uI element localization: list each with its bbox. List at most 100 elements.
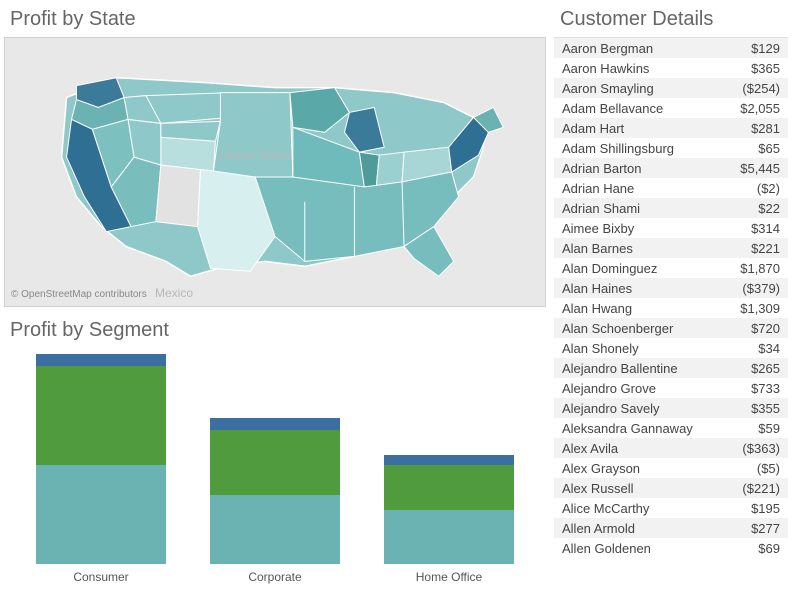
customer-value: $5,445 [740,161,780,176]
customer-value: $277 [751,521,780,536]
bar-category-label: Corporate [200,570,350,584]
customer-name: Adrian Barton [562,161,642,176]
table-row[interactable]: Aaron Bergman $129 [554,38,788,58]
customer-name: Alan Haines [562,281,632,296]
customer-name: Alan Dominguez [562,261,657,276]
customer-value: $733 [751,381,780,396]
customer-name: Alex Avila [562,441,618,456]
profit-by-state-sheet: Profit by State [4,4,546,307]
table-row[interactable]: Alex Avila ($363) [554,438,788,458]
map-svg [5,38,545,306]
customer-name: Alejandro Grove [562,381,656,396]
customer-name: Adrian Shami [562,201,640,216]
bar[interactable] [210,418,340,564]
customer-value: $314 [751,221,780,236]
bar[interactable] [384,455,514,564]
customer-value: ($363) [742,441,780,456]
table-row[interactable]: Alan Dominguez $1,870 [554,258,788,278]
customer-value: $2,055 [740,101,780,116]
customer-value: $34 [758,341,780,356]
table-row[interactable]: Alan Hwang$1,309 [554,298,788,318]
us-choropleth-map[interactable]: United States Mexico © OpenStreetMap con… [4,37,546,307]
customer-value: $65 [758,141,780,156]
bar[interactable] [36,354,166,564]
table-row[interactable]: Alice McCarthy $195 [554,498,788,518]
customer-value: $69 [758,541,780,556]
customer-value: $355 [751,401,780,416]
table-row[interactable]: Aimee Bixby $314 [554,218,788,238]
customer-name: Alex Russell [562,481,634,496]
table-row[interactable]: Alex Grayson ($5) [554,458,788,478]
segment-title: Profit by Segment [4,315,546,348]
map-center-label: United States [220,148,292,162]
customer-name: Aaron Bergman [562,41,653,56]
bar-segment[interactable] [384,465,514,510]
customer-value: $22 [758,201,780,216]
table-row[interactable]: Alejandro Ballentine $265 [554,358,788,378]
customer-name: Adrian Hane [562,181,634,196]
table-row[interactable]: Adrian Barton $5,445 [554,158,788,178]
customer-value: $59 [758,421,780,436]
customer-name: Allen Goldenen [562,541,651,556]
bar-segment[interactable] [36,354,166,366]
customer-name: Adam Shillingsburg [562,141,674,156]
customer-value: $129 [751,41,780,56]
table-row[interactable]: Adrian Hane ($2) [554,178,788,198]
customer-name: Aimee Bixby [562,221,634,236]
table-row[interactable]: Alan Schoenberger $720 [554,318,788,338]
table-row[interactable]: Adam Bellavance$2,055 [554,98,788,118]
customer-name: Alejandro Savely [562,401,660,416]
customer-value: ($5) [757,461,780,476]
table-row[interactable]: Adam Shillingsburg $65 [554,138,788,158]
table-row[interactable]: Allen Goldenen $69 [554,538,788,558]
map-attribution: © OpenStreetMap contributors [11,289,147,300]
segment-axis-labels: ConsumerCorporateHome Office [4,564,546,590]
map-title: Profit by State [4,4,546,37]
customers-title: Customer Details [554,4,788,37]
customer-name: Alan Shonely [562,341,639,356]
customer-value: $1,870 [740,261,780,276]
customer-name: Aaron Hawkins [562,61,649,76]
table-row[interactable]: Aleksandra Gannaway $59 [554,418,788,438]
customer-value: ($2) [757,181,780,196]
table-row[interactable]: Alejandro Savely $355 [554,398,788,418]
table-row[interactable]: Alex Russell ($221) [554,478,788,498]
customer-value: ($379) [742,281,780,296]
bar-segment[interactable] [210,418,340,430]
customer-name: Alice McCarthy [562,501,649,516]
customer-value: ($221) [742,481,780,496]
customer-value: $720 [751,321,780,336]
customer-value: $195 [751,501,780,516]
table-row[interactable]: Adam Hart$281 [554,118,788,138]
segment-bar-chart[interactable] [4,348,546,564]
bar-segment[interactable] [384,510,514,564]
bar-segment[interactable] [210,495,340,564]
customer-table[interactable]: Aaron Bergman $129 Aaron Hawkins$365Aaron … [554,37,788,588]
customer-details-sheet: Customer Details Aaron Bergman$129Aaron … [546,4,788,588]
profit-by-segment-sheet: Profit by Segment ConsumerCorporateHome … [4,315,546,590]
bar-segment[interactable] [36,465,166,564]
bar-category-label: Home Office [374,570,524,584]
bar-segment[interactable] [384,455,514,465]
table-row[interactable]: Allen Armold $277 [554,518,788,538]
customer-value: $265 [751,361,780,376]
dashboard: Profit by State [0,0,792,592]
table-row[interactable]: Alejandro Grove $733 [554,378,788,398]
table-row[interactable]: Aaron Hawkins$365 [554,58,788,78]
customer-name: Adam Hart [562,121,624,136]
customer-value: $221 [751,241,780,256]
table-row[interactable]: Aaron Smayling($254) [554,78,788,98]
table-row[interactable]: Alan Barnes $221 [554,238,788,258]
customer-name: Allen Armold [562,521,635,536]
table-row[interactable]: Alan Haines ($379) [554,278,788,298]
bar-segment[interactable] [210,430,340,494]
bar-segment[interactable] [36,366,166,465]
customer-name: Alan Schoenberger [562,321,673,336]
table-row[interactable]: Adrian Shami $22 [554,198,788,218]
map-mexico-label: Mexico [155,286,193,300]
customer-name: Alejandro Ballentine [562,361,678,376]
table-row[interactable]: Alan Shonely $34 [554,338,788,358]
customer-name: Alan Barnes [562,241,633,256]
customer-name: Aleksandra Gannaway [562,421,693,436]
customer-name: Alex Grayson [562,461,640,476]
